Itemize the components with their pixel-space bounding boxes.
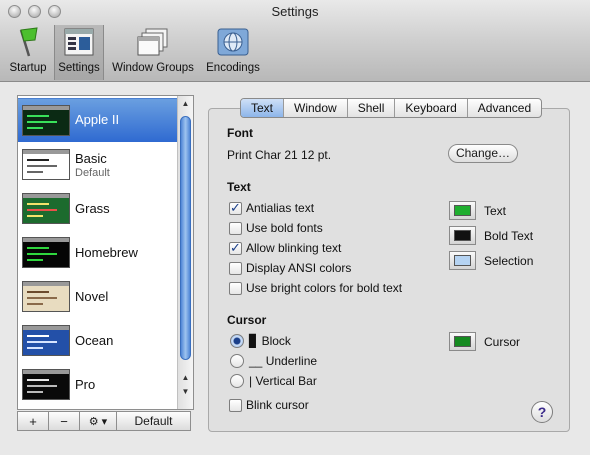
tab-advanced[interactable]: Advanced — [468, 99, 541, 117]
tab-window[interactable]: Window — [284, 99, 348, 117]
text-color-well[interactable] — [449, 201, 476, 220]
cursor-vertical-bar-text: Vertical Bar — [255, 374, 317, 388]
profile-item-ocean[interactable]: Ocean — [18, 319, 178, 363]
cursor-color-well[interactable] — [449, 332, 476, 351]
toolbar-encodings[interactable]: Encodings — [203, 25, 263, 80]
profile-name: Apple II — [75, 112, 120, 127]
profile-list-buttons: + − ⚙ ▾ Default — [17, 411, 191, 431]
set-default-button[interactable]: Default — [116, 411, 191, 431]
profile-item-grass[interactable]: Grass — [18, 187, 178, 231]
profile-item-basic[interactable]: Basic Default — [18, 143, 178, 187]
scroll-down-arrow-icon[interactable]: ▼ — [178, 386, 193, 398]
profile-thumbnail — [22, 369, 70, 400]
cursor-block-radio[interactable] — [230, 334, 244, 348]
bold-text-color-well[interactable] — [449, 226, 476, 245]
profile-name: Basic — [75, 151, 107, 166]
cursor-vertical-bar-label: | Vertical Bar — [249, 374, 317, 388]
toolbar-window-groups-label: Window Groups — [112, 62, 194, 74]
text-color-label: Text — [484, 204, 507, 218]
profile-item-novel[interactable]: Novel — [18, 275, 178, 319]
profile-item-pro[interactable]: Pro — [18, 363, 178, 407]
ansi-colors-label: Display ANSI colors — [246, 261, 352, 275]
profile-name: Grass — [75, 201, 110, 216]
gear-menu-button[interactable]: ⚙ ▾ — [79, 411, 117, 431]
cursor-block-text: Block — [261, 334, 291, 348]
remove-profile-button[interactable]: − — [48, 411, 80, 431]
window-title: Settings — [271, 4, 319, 19]
selection-color-swatch — [454, 255, 471, 266]
cursor-block-label: ▊ Block — [249, 334, 291, 348]
underline-cursor-glyph: __ — [249, 354, 263, 368]
bold-text-color-label: Bold Text — [484, 229, 534, 243]
font-value: Print Char 21 12 pt. — [227, 148, 332, 162]
profile-list-scrollbar[interactable]: ▲ ▲ ▼ — [177, 96, 193, 409]
bright-bold-checkbox[interactable] — [229, 282, 242, 295]
blinking-text-label: Allow blinking text — [246, 241, 342, 255]
profile-thumbnail — [22, 237, 70, 268]
toolbar-startup-label: Startup — [9, 62, 47, 74]
bold-fonts-label: Use bold fonts — [246, 221, 323, 235]
change-font-button[interactable]: Change… — [448, 144, 518, 163]
profile-thumbnail — [22, 105, 70, 136]
help-button[interactable]: ? — [531, 401, 553, 423]
blinking-text-checkbox[interactable] — [229, 240, 242, 256]
blink-cursor-label: Blink cursor — [246, 398, 309, 412]
cursor-color-label: Cursor — [484, 335, 521, 349]
profile-thumbnail — [22, 325, 70, 356]
scroll-up-arrow-icon[interactable]: ▲ — [178, 98, 193, 110]
scrollbar-thumb[interactable] — [180, 116, 191, 360]
text-heading: Text — [227, 180, 251, 194]
text-color-swatch — [454, 205, 471, 216]
tab-keyboard[interactable]: Keyboard — [395, 99, 468, 117]
profile-default-label: Default — [75, 167, 110, 179]
toolbar-encodings-label: Encodings — [206, 62, 260, 74]
profile-name: Homebrew — [75, 245, 138, 260]
window-toolbar: Settings Startup Settings Window Groups … — [0, 0, 590, 82]
settings-icon — [61, 25, 97, 59]
profile-name: Pro — [75, 377, 96, 392]
toolbar-startup[interactable]: Startup — [4, 25, 52, 80]
cursor-heading: Cursor — [227, 313, 267, 327]
profile-thumbnail — [22, 193, 70, 224]
cursor-underline-text: Underline — [265, 354, 318, 368]
profile-name: Novel — [75, 289, 109, 304]
toolbar-settings[interactable]: Settings — [54, 25, 104, 80]
block-cursor-glyph: ▊ — [249, 334, 259, 348]
antialias-checkbox[interactable] — [229, 200, 242, 216]
selection-color-label: Selection — [484, 254, 534, 268]
profile-item-apple-ii[interactable]: Apple II — [18, 98, 178, 142]
toolbar-settings-label: Settings — [58, 62, 100, 74]
profile-name: Ocean — [75, 333, 114, 348]
profile-thumbnail — [22, 149, 70, 180]
cursor-underline-radio[interactable] — [230, 354, 244, 368]
profile-list[interactable]: Apple II Basic Default Grass Homebrew No… — [17, 95, 194, 410]
bold-fonts-checkbox[interactable] — [229, 222, 242, 235]
ansi-colors-checkbox[interactable] — [229, 262, 242, 275]
blink-cursor-checkbox[interactable] — [229, 399, 242, 412]
bright-bold-label: Use bright colors for bold text — [246, 281, 403, 295]
cursor-vertical-bar-radio[interactable] — [230, 374, 244, 388]
profile-thumbnail — [22, 281, 70, 312]
profile-item-homebrew[interactable]: Homebrew — [18, 231, 178, 275]
bold-text-color-swatch — [454, 230, 471, 241]
vertical-bar-cursor-glyph: | — [249, 374, 253, 388]
flag-icon — [10, 25, 46, 59]
toolbar-window-groups[interactable]: Window Groups — [107, 25, 199, 80]
settings-tabs: Text Window Shell Keyboard Advanced — [240, 98, 543, 118]
selection-color-well[interactable] — [449, 251, 476, 270]
window-groups-icon — [135, 25, 171, 59]
antialias-label: Antialias text — [246, 201, 315, 215]
font-heading: Font — [227, 126, 253, 140]
tab-text[interactable]: Text — [241, 99, 285, 117]
scroll-up-arrow-icon[interactable]: ▲ — [178, 372, 193, 384]
cursor-color-swatch — [454, 336, 471, 347]
cursor-underline-label: __ Underline — [249, 354, 317, 368]
tab-shell[interactable]: Shell — [348, 99, 396, 117]
encodings-globe-icon — [215, 25, 251, 59]
add-profile-button[interactable]: + — [17, 411, 49, 431]
